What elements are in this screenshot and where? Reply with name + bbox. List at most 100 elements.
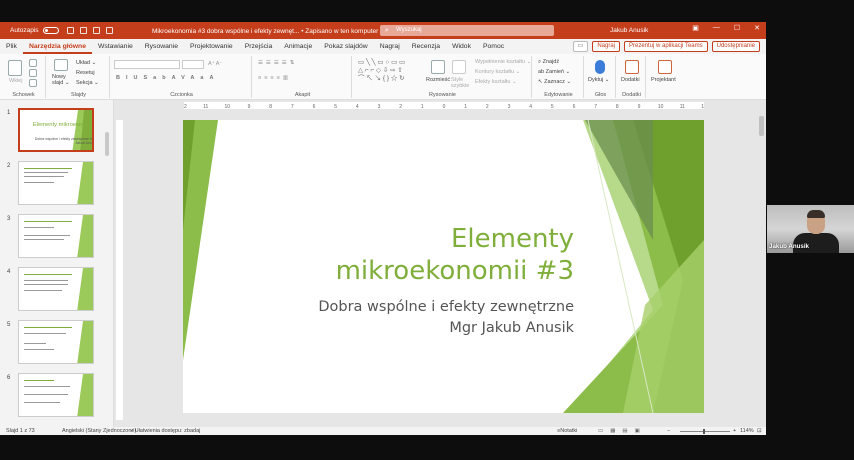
editor-scrollbar[interactable]: [758, 108, 766, 424]
accessibility-status[interactable]: ✓ Ułatwienia dostępu: zbadaj: [130, 427, 200, 435]
present-icon[interactable]: [105, 27, 113, 34]
thumbnail-1[interactable]: 1 Elementy mikroekonomii #3 Dobra wspóln…: [0, 108, 110, 158]
thumbnail-4[interactable]: 4: [0, 267, 110, 317]
replace-button[interactable]: ab Zamień ⌄: [538, 69, 570, 75]
paste-icon[interactable]: [8, 60, 22, 76]
notes-button[interactable]: ≡ Notatki: [557, 427, 577, 435]
quick-styles-icon[interactable]: [452, 60, 466, 74]
layout-button[interactable]: Układ ⌄: [76, 60, 96, 66]
addins-icon[interactable]: [625, 60, 639, 74]
tab-draw[interactable]: Rysowanie: [139, 39, 184, 54]
toggle-icon[interactable]: [42, 27, 59, 34]
user-account[interactable]: Jakub Anusik: [610, 27, 648, 34]
arrange-icon[interactable]: [431, 60, 445, 74]
format-painter-icon[interactable]: [29, 79, 37, 87]
zoom-out-icon[interactable]: −: [667, 427, 670, 435]
vertical-ruler[interactable]: [116, 120, 123, 420]
scrollbar-thumb[interactable]: [105, 132, 109, 156]
slide-subtitle[interactable]: Dobra wspólne i efekty zewnętrzne Mgr Ja…: [318, 297, 574, 339]
tab-slideshow[interactable]: Pokaz slajdów: [318, 39, 373, 54]
thumbnail-5[interactable]: 5: [0, 320, 110, 370]
tab-record[interactable]: Nagraj: [374, 39, 406, 54]
italic-button[interactable]: I: [126, 75, 134, 81]
spacing-button[interactable]: AV: [172, 75, 191, 81]
search-input[interactable]: Wyszukaj: [380, 25, 554, 36]
shape-effects-button[interactable]: Efekty kształtu ⌄: [475, 79, 517, 85]
thumbnail-preview[interactable]: [18, 373, 94, 417]
select-button[interactable]: ↖ Zaznacz ⌄: [538, 79, 571, 85]
align-icons[interactable]: ≡≡≡≡▥: [258, 75, 291, 81]
tab-home[interactable]: Narzędzia główne: [22, 39, 92, 54]
tab-insert[interactable]: Wstawianie: [92, 39, 139, 54]
tab-animations[interactable]: Animacje: [278, 39, 318, 54]
view-buttons[interactable]: ▭▦▤▣: [598, 427, 647, 435]
thumbnail-preview[interactable]: [18, 214, 94, 258]
list-icons[interactable]: ☰☰☰☰⇅: [258, 60, 297, 66]
quick-styles-label[interactable]: Style szybkie: [451, 77, 473, 89]
teams-present-button[interactable]: Prezentuj w aplikacji Teams: [624, 41, 708, 52]
tab-transitions[interactable]: Przejścia: [239, 39, 279, 54]
thumbnail-preview[interactable]: [18, 320, 94, 364]
language-indicator[interactable]: Angielski (Stany Zjednoczone): [62, 427, 136, 435]
shape-outline-button[interactable]: Kontury kształtu ⌄: [475, 69, 520, 75]
strikethrough-ab-button[interactable]: ab: [153, 75, 171, 81]
thumbnails-scrollbar[interactable]: [104, 102, 110, 425]
save-icon[interactable]: [66, 27, 74, 34]
microphone-icon[interactable]: [595, 60, 605, 74]
bold-button[interactable]: B: [116, 75, 126, 81]
zoom-slider[interactable]: [680, 429, 730, 434]
tab-design[interactable]: Projektowanie: [184, 39, 239, 54]
shapes-gallery[interactable]: ▭ ╲ ╲ ▭ ○ ▭ ▭ △ ⌐ ⌐ ◇ ⇩ ⇨ ⇧ ⌒ ↖ ↘ { } ☆ ↻: [358, 59, 405, 83]
close-icon[interactable]: ✕: [754, 24, 760, 32]
share-button[interactable]: Udostępnianie: [711, 41, 760, 52]
ruler-tick-label: 12: [184, 104, 187, 109]
designer-label[interactable]: Projektant: [651, 77, 676, 83]
horizontal-ruler[interactable]: 1211109876543210123456789101112: [184, 102, 704, 109]
redo-icon[interactable]: [92, 27, 100, 34]
undo-icon[interactable]: [79, 27, 87, 34]
designer-icon[interactable]: [658, 60, 672, 74]
zoom-level[interactable]: 114%: [740, 427, 754, 435]
cut-icon[interactable]: [29, 59, 37, 67]
thumbnail-preview[interactable]: [18, 267, 94, 311]
thumbnail-3[interactable]: 3: [0, 214, 110, 264]
new-slide-icon[interactable]: [54, 59, 68, 71]
dictate-label[interactable]: Dyktuj ⌄: [588, 77, 609, 83]
tab-review[interactable]: Recenzja: [406, 39, 446, 54]
record-button[interactable]: Nagraj: [592, 41, 621, 52]
fit-slide-icon[interactable]: ⊡: [757, 427, 762, 435]
minimize-icon[interactable]: —: [713, 24, 720, 32]
find-button[interactable]: ⌕ Znajdź: [538, 59, 559, 66]
thumbnail-preview[interactable]: [18, 161, 94, 205]
font-grow-icon[interactable]: A⁺ A⁻: [208, 61, 222, 67]
addins-label[interactable]: Dodatki: [621, 77, 640, 83]
document-title[interactable]: Mikroekonomia #3 dobra wspólne i efekty …: [152, 27, 386, 35]
font-size-input[interactable]: [182, 60, 204, 69]
new-slide-label[interactable]: Nowy slajd ⌄: [52, 74, 74, 86]
thumbnail-6[interactable]: 6: [0, 373, 110, 423]
maximize-icon[interactable]: ☐: [734, 24, 740, 32]
thumbnail-preview[interactable]: Elementy mikroekonomii #3 Dobra wspólne …: [18, 108, 94, 152]
shape-fill-button[interactable]: Wypełnienie kształtu ⌄: [475, 59, 531, 65]
section-button[interactable]: Sekcja ⌄: [76, 80, 99, 86]
tab-file[interactable]: Plik: [0, 39, 23, 54]
underline-button[interactable]: U: [134, 75, 144, 81]
tab-view[interactable]: Widok: [446, 39, 477, 54]
arrange-label[interactable]: Rozmieść: [426, 77, 450, 83]
slide-title[interactable]: Elementy mikroekonomii #3: [336, 223, 574, 287]
zoom-in-icon[interactable]: +: [733, 427, 736, 435]
autosave-toggle[interactable]: Autozapis: [10, 27, 59, 34]
font-format-buttons[interactable]: BIUSabAVAaA: [116, 75, 219, 81]
reset-button[interactable]: Resetuj: [76, 70, 95, 76]
font-color-button[interactable]: A: [209, 75, 219, 81]
comments-icon[interactable]: ▭: [572, 41, 589, 52]
thumbnail-2[interactable]: 2: [0, 161, 110, 211]
tab-help[interactable]: Pomoc: [477, 39, 510, 54]
current-slide[interactable]: Elementy mikroekonomii #3 Dobra wspólne …: [183, 120, 704, 413]
scrollbar-thumb[interactable]: [759, 116, 764, 136]
copy-icon[interactable]: [29, 69, 37, 77]
case-button[interactable]: Aa: [190, 75, 209, 81]
strikethrough-button[interactable]: S: [144, 75, 154, 81]
font-name-input[interactable]: [114, 60, 180, 69]
ribbon-display-icon[interactable]: ▣: [692, 24, 699, 32]
